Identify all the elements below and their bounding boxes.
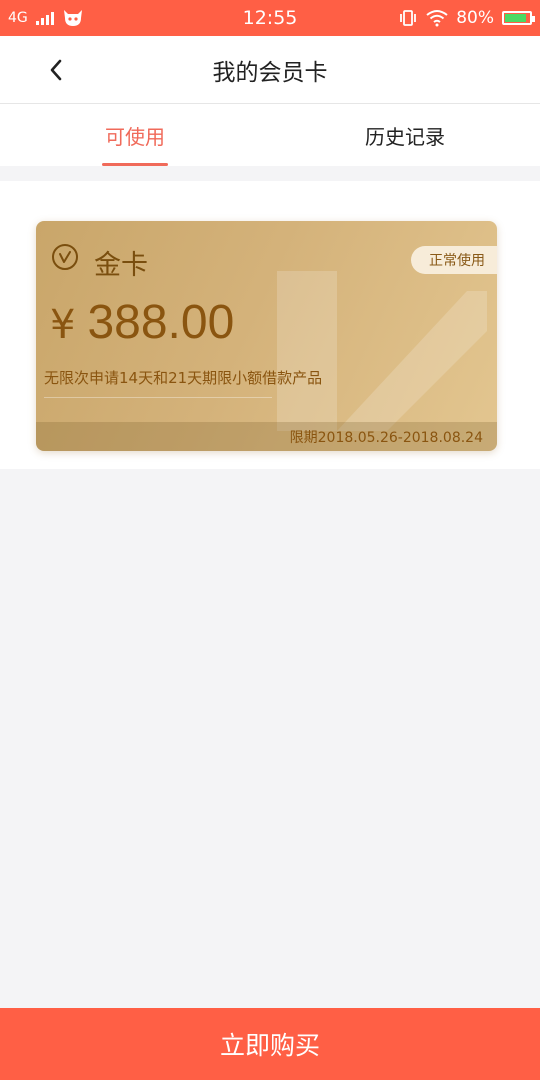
network-type: 4G [8,10,28,26]
status-bar: 4G 12:55 80% [0,0,540,36]
battery-percent: 80% [456,8,494,28]
signal-icon [35,11,54,25]
tab-bar: 可使用 历史记录 [0,104,540,166]
page-title: 我的会员卡 [212,59,328,86]
card-price: ¥ 388.00 [50,295,234,350]
card-watermark-graphic [277,271,487,431]
price-amount: 388.00 [87,296,235,349]
currency-symbol: ¥ [50,302,76,348]
vibrate-icon [400,10,417,26]
battery-icon [502,11,535,25]
card-name: 金卡 [94,250,148,281]
app-notification-icon [63,10,82,26]
status-bar-left: 4G [8,8,84,28]
nav-header: 我的会员卡 [0,36,540,104]
chevron-left-icon [50,59,62,81]
buy-now-button[interactable]: 立即购买 [0,1008,540,1080]
screen: 4G 12:55 80% 我的会员卡 可使用 历史记录 金卡 正常使用 ¥ 38… [0,0,540,1080]
card-validity: 限期2018.05.26-2018.08.24 [289,429,483,446]
tab-available[interactable]: 可使用 [0,104,270,166]
membership-card[interactable]: 金卡 正常使用 ¥ 388.00 无限次申请14天和21天期限小额借款产品 限期… [36,221,497,451]
back-button[interactable] [40,54,72,86]
wifi-icon [426,10,448,27]
card-divider [44,397,272,398]
card-footer: 限期2018.05.26-2018.08.24 [36,422,497,451]
card-list: 金卡 正常使用 ¥ 388.00 无限次申请14天和21天期限小额借款产品 限期… [0,181,540,469]
tab-history[interactable]: 历史记录 [270,104,540,166]
status-badge: 正常使用 [411,246,497,274]
status-bar-right: 80% [398,8,535,28]
card-logo-icon [52,244,78,270]
card-description: 无限次申请14天和21天期限小额借款产品 [44,369,323,387]
